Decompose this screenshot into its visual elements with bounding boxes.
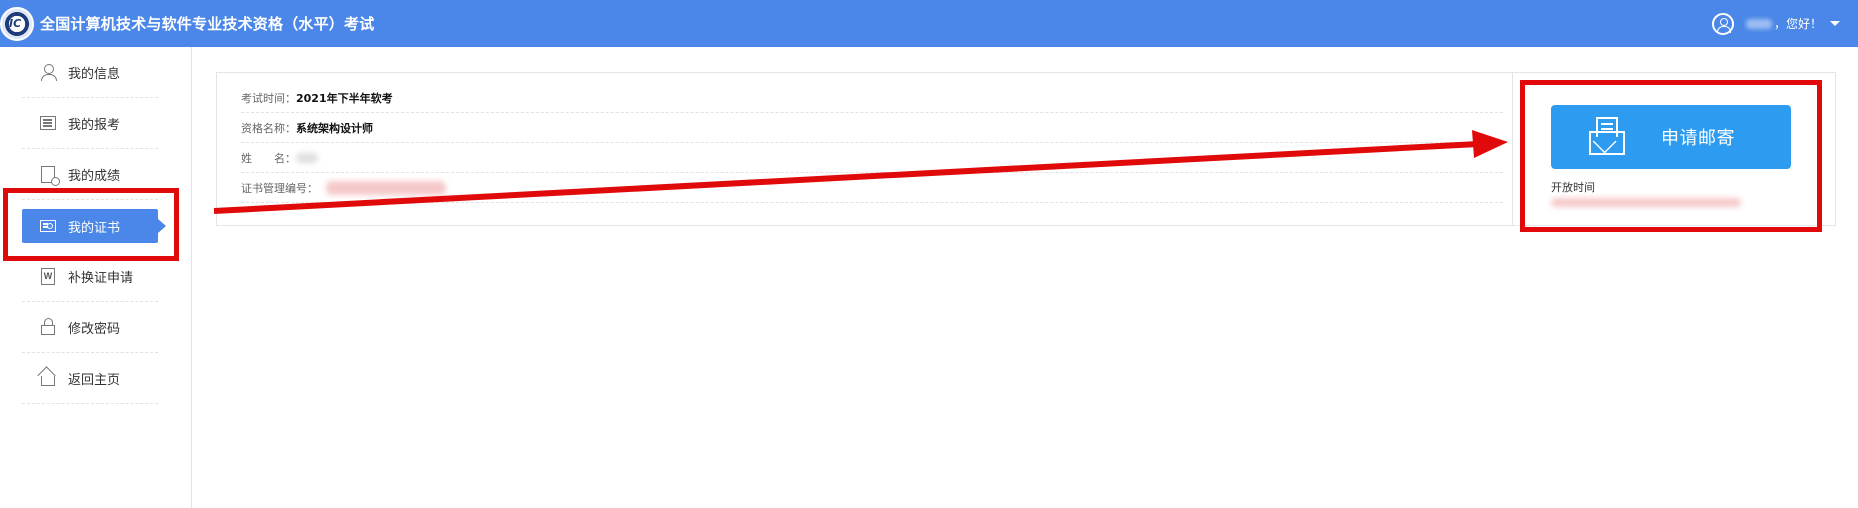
name-redacted: [296, 152, 318, 163]
sidebar-item-label: 我的信息: [68, 66, 121, 82]
sidebar-item-my-registration[interactable]: 我的报考: [22, 98, 158, 149]
sidebar-item-label: 我的报考: [68, 117, 121, 133]
sidebar: 我的信息 我的报考 我的成绩 我的证书 W 补换证申请 修改密码 返回主页: [0, 47, 192, 508]
user-menu[interactable]: ，您好！: [1711, 0, 1840, 47]
logo-icon: [0, 6, 34, 41]
username-redacted: [1745, 18, 1772, 29]
qualification-value: 系统架构设计师: [296, 121, 373, 135]
score-search-icon: [38, 164, 60, 186]
lock-icon: [38, 317, 58, 337]
cert-number-row: 证书管理编号：: [241, 173, 1503, 203]
home-icon: [38, 368, 58, 388]
user-icon: [38, 62, 58, 82]
greeting-text: ，您好！: [1773, 17, 1822, 31]
exam-time-value: 2021年下半年软考: [296, 91, 393, 105]
sidebar-item-label: 我的成绩: [68, 168, 121, 184]
sidebar-item-label: 补换证申请: [68, 270, 134, 286]
cert-number-redacted: [326, 180, 446, 195]
exam-time-row: 考试时间： 2021年下半年软考: [241, 83, 1503, 113]
sidebar-item-my-info[interactable]: 我的信息: [22, 47, 158, 98]
sidebar-item-change-password[interactable]: 修改密码: [22, 302, 158, 353]
sidebar-item-home[interactable]: 返回主页: [22, 353, 158, 404]
chevron-down-icon[interactable]: [1830, 21, 1840, 26]
name-row: 姓 名：: [241, 143, 1503, 173]
exam-time-label: 考试时间：: [241, 91, 296, 105]
name-label: 姓 名：: [241, 151, 296, 165]
list-icon: [38, 113, 58, 133]
sidebar-item-label: 返回主页: [68, 372, 121, 388]
qualification-label: 资格名称：: [241, 121, 296, 135]
top-header: 全国计算机技术与软件专业技术资格（水平）考试 ，您好！: [0, 0, 1858, 47]
word-document-icon: W: [38, 266, 58, 286]
user-circle-icon: [1711, 12, 1734, 35]
app-title: 全国计算机技术与软件专业技术资格（水平）考试: [40, 15, 375, 33]
qualification-row: 资格名称： 系统架构设计师: [241, 113, 1503, 143]
certificate-info: 考试时间： 2021年下半年软考 资格名称： 系统架构设计师 姓 名： 证书管理…: [241, 83, 1503, 203]
cert-number-label: 证书管理编号：: [241, 181, 318, 195]
sidebar-item-label: 修改密码: [68, 321, 121, 337]
annotation-box-sidebar: [3, 188, 179, 261]
annotation-box-mail: [1520, 80, 1822, 232]
